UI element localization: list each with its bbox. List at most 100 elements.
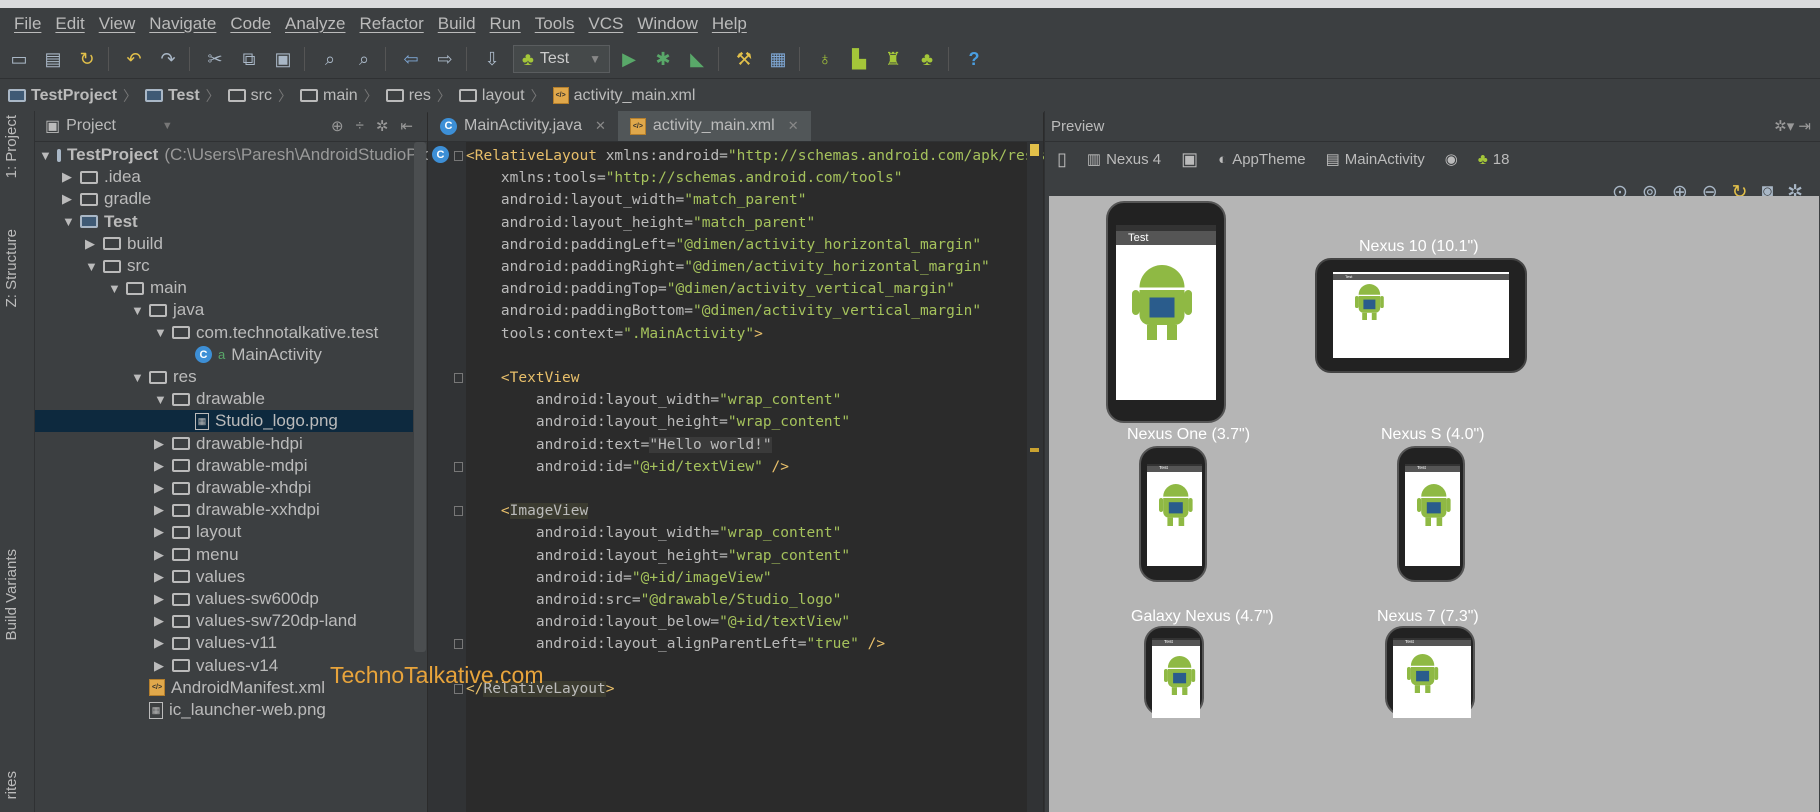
orientation-icon[interactable]: ▣ (1181, 149, 1198, 170)
redo-icon[interactable]: ↷ (153, 44, 183, 74)
chevron-right-icon[interactable]: ▶ (154, 480, 166, 496)
tree-item[interactable]: ▼ TestProject (C:\Users\Paresh\AndroidStud… (35, 144, 459, 166)
find-icon[interactable]: ⌕ (315, 44, 345, 74)
fold-marker-icon[interactable] (454, 461, 463, 472)
chevron-right-icon[interactable]: ▶ (154, 635, 166, 651)
make-project-icon[interactable]: ⇩ (477, 44, 507, 74)
locale-select[interactable]: ◉ (1445, 150, 1458, 168)
tree-item[interactable]: ▦ ic_launcher-web.png (35, 699, 413, 721)
sdk-manager-icon[interactable]: ♜ (878, 44, 908, 74)
preview-settings-icon[interactable]: ✲▾ ⇥ (1774, 117, 1811, 135)
breadcrumb-item[interactable]: src (220, 87, 278, 105)
back-icon[interactable]: ⇦ (396, 44, 426, 74)
project-tree-scrollbar[interactable] (414, 142, 426, 652)
menu-item-navigate[interactable]: Navigate (149, 14, 216, 34)
attach-debugger-icon[interactable]: ◣ (682, 44, 712, 74)
tree-item[interactable]: ▦ Studio_logo.png (35, 410, 413, 433)
theme-select[interactable]: ◐ AppTheme (1218, 151, 1305, 168)
tree-item[interactable]: ▶ menu (35, 544, 413, 566)
tree-item[interactable]: ▼ java (35, 299, 413, 321)
chevron-right-icon[interactable]: ▶ (62, 191, 74, 207)
open-folder-icon[interactable]: ▭ (4, 44, 34, 74)
fold-marker-icon[interactable] (454, 151, 463, 161)
favorites-tool-tab[interactable]: rites (3, 771, 20, 799)
cut-icon[interactable]: ✂ (200, 44, 230, 74)
replace-icon[interactable]: ⌕ (349, 44, 379, 74)
tree-item[interactable]: ▶ values (35, 566, 413, 588)
tree-item[interactable]: ▶ values-sw720dp-land (35, 610, 413, 632)
menu-item-run[interactable]: Run (490, 14, 521, 34)
menu-item-code[interactable]: Code (230, 14, 271, 34)
chevron-down-icon[interactable]: ▼ (108, 281, 121, 296)
chevron-down-icon[interactable]: ▼ (131, 303, 144, 318)
breadcrumb-item[interactable]: layout (451, 87, 531, 105)
tree-item[interactable]: ▶ .idea (35, 166, 413, 188)
chevron-right-icon[interactable]: ▶ (85, 236, 97, 252)
menu-item-tools[interactable]: Tools (535, 14, 575, 34)
editor-tab[interactable]: C MainActivity.java ✕ (428, 111, 618, 141)
tree-item[interactable]: ▶ values-v11 (35, 632, 413, 654)
menu-item-view[interactable]: View (99, 14, 136, 34)
code-area[interactable]: <RelativeLayout xmlns:android="http://sc… (466, 142, 1060, 812)
chevron-down-icon[interactable]: ▼ (39, 148, 52, 163)
tree-item[interactable]: ▼ res (35, 366, 413, 388)
breadcrumb-item[interactable]: TestProject (0, 87, 123, 105)
android-monitor-icon[interactable]: ♣ (912, 44, 942, 74)
tree-item[interactable]: Ca MainActivity (35, 344, 413, 366)
sync-gradle-icon[interactable]: ♁ (810, 44, 840, 74)
forward-icon[interactable]: ⇨ (430, 44, 460, 74)
tree-item[interactable]: ▼ src (35, 255, 413, 277)
paste-icon[interactable]: ▣ (268, 44, 298, 74)
menu-item-file[interactable]: File (14, 14, 41, 34)
avd-manager-icon[interactable]: ▙ (844, 44, 874, 74)
breadcrumb-item[interactable]: main (292, 87, 364, 105)
project-structure-icon[interactable]: ▦ (763, 44, 793, 74)
tree-item[interactable]: ▶ drawable-hdpi (35, 433, 413, 455)
breadcrumb-item[interactable]: Test (137, 87, 206, 105)
editor-tab[interactable]: </> activity_main.xml ✕ (617, 111, 811, 141)
activity-select[interactable]: ▤ MainActivity (1326, 150, 1425, 169)
api-select[interactable]: ♣ 18 (1478, 151, 1510, 168)
build-variants-tool-tab[interactable]: Build Variants (3, 549, 20, 640)
menu-item-analyze[interactable]: Analyze (285, 14, 345, 34)
chevron-down-icon[interactable]: ▼ (85, 259, 98, 274)
chevron-right-icon[interactable]: ▶ (154, 547, 166, 563)
structure-tool-tab[interactable]: Z: Structure (3, 229, 20, 307)
fold-marker-icon[interactable] (454, 639, 463, 650)
undo-icon[interactable]: ↶ (119, 44, 149, 74)
close-icon[interactable]: ✕ (788, 118, 799, 134)
run-configuration-select[interactable]: ♣ Test ▼ (513, 45, 611, 73)
tree-item[interactable]: ▶ build (35, 233, 413, 255)
tree-item[interactable]: ▼ com.technotalkative.test (35, 322, 413, 344)
sync-icon[interactable]: ↻ (72, 44, 102, 74)
copy-icon[interactable]: ⧉ (234, 44, 264, 74)
close-icon[interactable]: ✕ (595, 118, 606, 134)
tree-item[interactable]: ▶ gradle (35, 188, 413, 210)
chevron-right-icon[interactable]: ▶ (154, 613, 166, 629)
chevron-right-icon[interactable]: ▶ (154, 524, 166, 540)
breadcrumb-item[interactable]: res (378, 87, 437, 105)
breadcrumb-item[interactable]: </> activity_main.xml (545, 87, 702, 105)
menu-item-edit[interactable]: Edit (55, 14, 84, 34)
chevron-right-icon[interactable]: ▶ (62, 169, 74, 185)
help-icon[interactable]: ? (959, 44, 989, 74)
device-select[interactable]: ▥ Nexus 4 (1087, 150, 1161, 169)
tree-item[interactable]: ▶ drawable-xxhdpi (35, 499, 413, 521)
project-tool-tab[interactable]: 1: Project (3, 115, 20, 178)
chevron-down-icon[interactable]: ▼ (154, 392, 167, 407)
chevron-right-icon[interactable]: ▶ (154, 436, 166, 452)
chevron-right-icon[interactable]: ▶ (154, 569, 166, 585)
tree-item[interactable]: ▶ drawable-mdpi (35, 455, 413, 477)
menu-item-vcs[interactable]: VCS (588, 14, 623, 34)
chevron-right-icon[interactable]: ▶ (154, 458, 166, 474)
chevron-down-icon[interactable]: ▼ (62, 214, 75, 229)
chevron-down-icon[interactable]: ▼ (154, 325, 167, 340)
chevron-down-icon[interactable]: ▼ (131, 370, 144, 385)
tree-item[interactable]: ▶ drawable-xhdpi (35, 477, 413, 499)
fold-marker-icon[interactable] (454, 506, 463, 517)
debug-icon[interactable]: ✱ (648, 44, 678, 74)
warning-marker[interactable] (1030, 448, 1039, 452)
settings-icon[interactable]: ⚒ (729, 44, 759, 74)
menu-item-help[interactable]: Help (712, 14, 747, 34)
save-all-icon[interactable]: ▤ (38, 44, 68, 74)
